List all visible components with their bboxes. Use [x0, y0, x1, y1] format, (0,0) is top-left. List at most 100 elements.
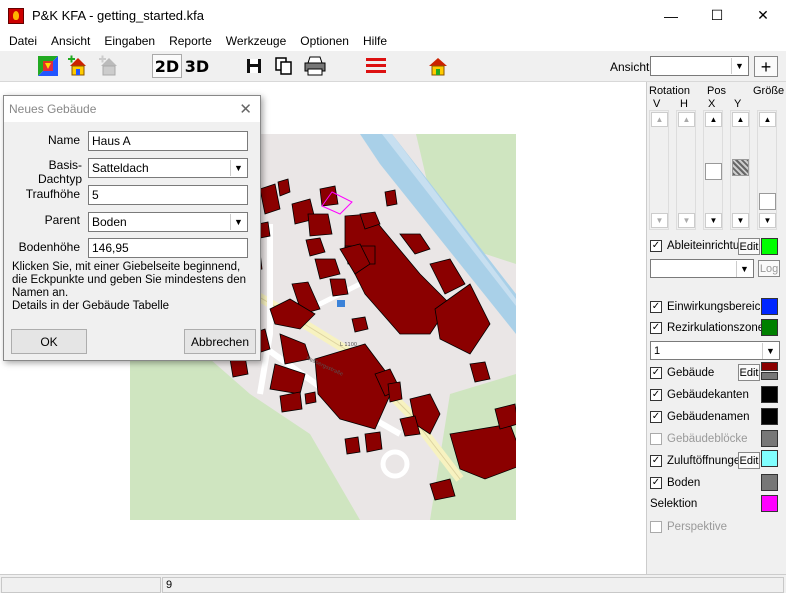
log-button[interactable]: Log — [758, 260, 780, 277]
scroll-thumb[interactable] — [759, 193, 776, 210]
layer-rezirkulationszone[interactable]: ✓ Rezirkulationszone — [650, 322, 764, 334]
layer-checkbox[interactable]: ✓ — [650, 322, 662, 334]
menu-optionen[interactable]: Optionen — [293, 34, 356, 48]
layer-gebaeudebloecke: Gebäudeblöcke — [650, 433, 748, 445]
menu-eingaben[interactable]: Eingaben — [97, 34, 162, 48]
layer-boden[interactable]: ✓ Boden — [650, 477, 700, 489]
scroll-up-icon[interactable]: ▲ — [678, 112, 695, 127]
close-button[interactable]: ✕ — [740, 0, 786, 31]
einwirkungsbereich-color-swatch[interactable] — [761, 298, 778, 315]
add-building-icon[interactable] — [66, 54, 90, 78]
selektion-color-swatch[interactable] — [761, 495, 778, 512]
menu-bar: Datei Ansicht Eingaben Reporte Werkzeuge… — [0, 31, 786, 51]
scroll-up-icon[interactable]: ▲ — [705, 112, 722, 127]
scroll-thumb[interactable] — [732, 159, 749, 176]
scroll-thumb[interactable] — [705, 163, 722, 180]
dialog-close-icon[interactable]: ✕ — [239, 100, 252, 118]
scroll-up-icon[interactable]: ▲ — [759, 112, 776, 127]
layer-einwirkungsbereich[interactable]: ✓ Einwirkungsbereich — [650, 301, 767, 313]
ableit-checkbox[interactable]: ✓ — [650, 240, 662, 252]
scroll-down-icon[interactable]: ▼ — [732, 213, 749, 228]
name-field[interactable]: Haus A — [88, 131, 248, 151]
pos-y-scrollbar[interactable]: ▲ ▼ — [730, 110, 750, 230]
scroll-down-icon[interactable]: ▼ — [759, 213, 776, 228]
map-color-icon[interactable] — [36, 54, 60, 78]
x-label: X — [708, 98, 716, 110]
ansicht-select[interactable]: ▼ — [650, 56, 749, 76]
toolbar: 2D 3D Ansicht: ▼ + — [0, 51, 786, 82]
save-icon[interactable] — [244, 54, 264, 78]
menu-datei[interactable]: Datei — [2, 34, 44, 48]
ableit-color-swatch[interactable] — [761, 238, 778, 255]
layer-gebaeudenamen[interactable]: ✓ Gebäudenamen — [650, 411, 749, 423]
layer-checkbox[interactable]: ✓ — [650, 477, 662, 489]
roof-type-select[interactable]: Satteldach ▼ — [88, 158, 248, 178]
scroll-up-icon[interactable]: ▲ — [732, 112, 749, 127]
gebaeudekanten-color-swatch[interactable] — [761, 386, 778, 403]
house-icon[interactable] — [426, 54, 450, 78]
cancel-button[interactable]: Abbrechen — [184, 329, 256, 354]
dialog-titlebar: Neues Gebäude ✕ — [4, 96, 260, 122]
zone-select[interactable]: 1 ▼ — [650, 341, 780, 360]
name-label: Name — [47, 133, 80, 147]
layer-label: Rezirkulationszone — [667, 322, 765, 334]
layer-checkbox[interactable]: ✓ — [650, 301, 662, 313]
zuluft-edit-button[interactable]: Edit — [738, 452, 760, 469]
parent-label: Parent — [44, 213, 80, 227]
minimize-button[interactable]: — — [648, 0, 694, 31]
new-building-dialog: Neues Gebäude ✕ Name Haus A Basis-Dachty… — [3, 95, 261, 361]
layer-checkbox[interactable]: ✓ — [650, 411, 662, 423]
gebaeude-edit-button[interactable]: Edit — [738, 364, 760, 381]
app-flame-icon — [8, 7, 24, 24]
boden-color-swatch[interactable] — [761, 474, 778, 491]
status-bar: 9 — [0, 574, 786, 593]
layer-label: Einwirkungsbereich — [667, 301, 767, 313]
gebaeudebloecke-color-swatch — [761, 430, 778, 447]
layer-label: Boden — [667, 477, 701, 489]
window-title: P&K KFA - getting_started.kfa — [32, 8, 204, 23]
layer-checkbox — [650, 433, 662, 445]
scroll-down-icon[interactable]: ▼ — [651, 213, 668, 228]
ground-height-field[interactable]: 146,95 — [88, 238, 248, 258]
layers-icon[interactable] — [364, 54, 388, 78]
scroll-up-icon[interactable]: ▲ — [651, 112, 668, 127]
layer-zuluftoeffnungen[interactable]: ✓ Zuluftöffnunge — [650, 455, 740, 467]
rezirkulationszone-color-swatch[interactable] — [761, 319, 778, 336]
copy-icon[interactable] — [273, 54, 295, 78]
pos-x-scrollbar[interactable]: ▲ ▼ — [703, 110, 723, 230]
view-3d-button[interactable]: 3D — [183, 54, 211, 78]
layer-checkbox[interactable]: ✓ — [650, 389, 662, 401]
ableit-edit-button[interactable]: Edit — [738, 238, 760, 255]
print-icon[interactable] — [303, 54, 327, 78]
layer-gebaeude[interactable]: ✓ Gebäude — [650, 367, 714, 379]
zuluft-color-swatch[interactable] — [761, 450, 778, 467]
eave-height-label: Traufhöhe — [25, 187, 80, 201]
v-label: V — [653, 98, 661, 110]
menu-hilfe[interactable]: Hilfe — [356, 34, 394, 48]
menu-reporte[interactable]: Reporte — [162, 34, 219, 48]
rotation-v-scrollbar[interactable]: ▲ ▼ — [649, 110, 669, 230]
ground-height-value: 146,95 — [92, 241, 129, 255]
ok-button[interactable]: OK — [11, 329, 87, 354]
rotation-h-scrollbar[interactable]: ▲ ▼ — [676, 110, 696, 230]
scroll-down-icon[interactable]: ▼ — [705, 213, 722, 228]
add-view-button[interactable]: + — [754, 56, 778, 77]
view-2d-button[interactable]: 2D — [152, 54, 182, 78]
menu-ansicht[interactable]: Ansicht — [44, 34, 97, 48]
layer-checkbox[interactable]: ✓ — [650, 367, 662, 379]
eave-height-field[interactable]: 5 — [88, 185, 248, 205]
menu-werkzeuge[interactable]: Werkzeuge — [219, 34, 293, 48]
ableit-select[interactable]: ▼ — [650, 259, 754, 278]
layer-checkbox[interactable]: ✓ — [650, 455, 662, 467]
name-field-value: Haus A — [92, 134, 131, 148]
scroll-down-icon[interactable]: ▼ — [678, 213, 695, 228]
layer-gebaeudekanten[interactable]: ✓ Gebäudekanten — [650, 389, 749, 401]
maximize-button[interactable]: ☐ — [694, 0, 740, 31]
perspektive-checkbox — [650, 521, 662, 533]
parent-select[interactable]: Boden ▼ — [88, 212, 248, 232]
ableit-checkbox-row[interactable]: ✓ Ableiteinrichtu — [650, 240, 739, 252]
gebaeude-color-swatch[interactable] — [761, 362, 778, 371]
size-scrollbar[interactable]: ▲ ▼ — [757, 110, 777, 230]
gebaeudenamen-color-swatch[interactable] — [761, 408, 778, 425]
gebaeude-secondary-swatch[interactable] — [761, 372, 778, 380]
